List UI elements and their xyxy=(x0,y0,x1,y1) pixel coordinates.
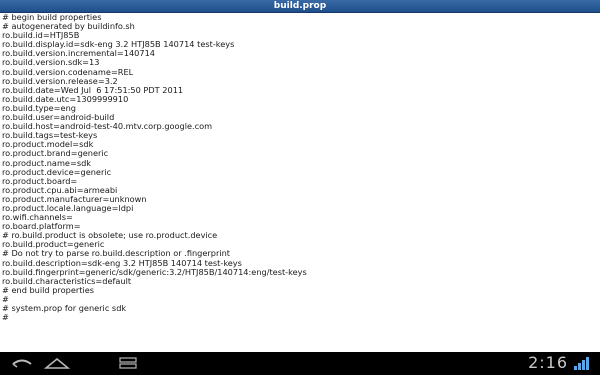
home-icon xyxy=(44,357,70,369)
signal-bar xyxy=(574,366,577,370)
home-button[interactable] xyxy=(44,355,70,371)
file-line: ro.product.device=generic xyxy=(2,166,112,177)
file-lines: # begin build properties # autogenerated … xyxy=(0,13,600,322)
window-title: build.prop xyxy=(273,1,327,11)
signal-bar xyxy=(582,360,585,370)
status-clock[interactable]: 2:16 xyxy=(528,354,568,372)
file-line: ro.wifi.channels= xyxy=(2,212,73,223)
file-content-area[interactable]: # begin build properties # autogenerated … xyxy=(0,13,600,352)
system-navigation-bar: 2:16 xyxy=(0,352,600,375)
file-line: # autogenerated by buildinfo.sh xyxy=(2,21,135,32)
file-line: ro.product.locale.language=ldpi xyxy=(2,202,134,213)
file-line: ro.build.date.utc=1309999910 xyxy=(2,93,129,104)
back-arrow-icon xyxy=(12,359,32,368)
recent-apps-button[interactable] xyxy=(118,355,138,371)
title-bar: build.prop xyxy=(0,0,600,13)
signal-bar xyxy=(586,357,589,370)
file-line: ro.product.brand=generic xyxy=(2,148,109,159)
back-button[interactable] xyxy=(10,355,34,371)
signal-strength-icon[interactable] xyxy=(574,356,594,370)
file-line: # xyxy=(2,312,9,323)
file-line: # system.prop for generic sdk xyxy=(2,303,127,313)
file-line: # end build properties xyxy=(2,284,95,295)
signal-bar xyxy=(578,363,581,370)
recent-apps-icon xyxy=(119,357,137,369)
